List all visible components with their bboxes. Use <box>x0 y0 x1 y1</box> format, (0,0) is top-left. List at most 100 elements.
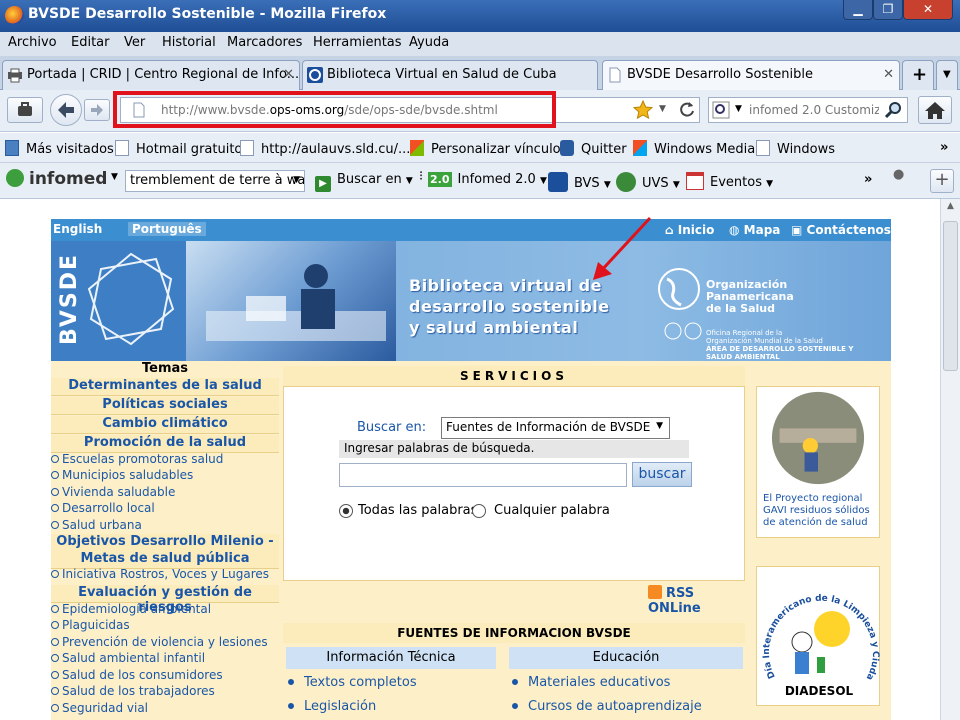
bookmark-aulauvs[interactable]: http://aulauvs.sld.cu/... <box>240 140 410 157</box>
link-textos-completos[interactable]: Textos completos <box>288 675 417 690</box>
bookmark-quitter[interactable]: Quitter <box>560 140 627 157</box>
tema-seguridad-vial[interactable]: Seguridad vial <box>51 701 279 715</box>
tema-odm[interactable]: Objetivos Desarrollo Milenio - <box>51 534 279 552</box>
tema-plaguicidas[interactable]: Plaguicidas <box>51 618 279 632</box>
search-engine-icon[interactable] <box>712 100 734 120</box>
menu-marcadores[interactable]: Marcadores <box>227 35 302 50</box>
link-materiales-educativos[interactable]: Materiales educativos <box>512 675 670 690</box>
more-chevron-icon[interactable]: » <box>864 172 872 187</box>
menu-ver[interactable]: Ver <box>124 35 145 50</box>
tema-escuelas[interactable]: Escuelas promotoras salud <box>51 452 279 466</box>
tema-cambio-climatico[interactable]: Cambio climático <box>51 416 279 434</box>
keywords-input[interactable] <box>339 463 627 487</box>
radio-todas[interactable] <box>339 504 353 518</box>
bvs-button[interactable]: BVS ▼ <box>548 172 611 192</box>
new-tab-button[interactable]: + <box>902 60 934 90</box>
menu-herramientas[interactable]: Herramientas <box>313 35 402 50</box>
infomed-brand[interactable]: infomed <box>6 169 107 189</box>
scroll-up-icon[interactable]: ▲ <box>943 201 958 216</box>
magnifier-icon[interactable] <box>884 100 904 120</box>
maximize-button[interactable]: ❐ <box>873 0 903 20</box>
minimize-button[interactable]: ▁ <box>843 0 873 20</box>
link-mapa[interactable]: ◍ Mapa <box>729 223 780 237</box>
bookmark-personalizar[interactable]: Personalizar vínculos <box>410 140 567 157</box>
paho-name: Organización Panamericana de la Salud <box>706 278 794 315</box>
infomed20-button[interactable]: 2.0 Infomed 2.0 ▼ <box>428 172 547 187</box>
url-highlight-box <box>113 91 556 128</box>
banner-photo <box>186 241 396 361</box>
tema-determinantes[interactable]: Determinantes de la salud <box>51 378 279 396</box>
tema-promocion-salud[interactable]: Promoción de la salud <box>51 435 279 453</box>
contact-card-icon: ▣ <box>791 223 803 237</box>
back-button[interactable] <box>50 94 82 126</box>
home-tab-button[interactable] <box>7 97 43 123</box>
link-cursos[interactable]: Cursos de autoaprendizaje <box>512 699 702 714</box>
reload-icon[interactable] <box>677 100 697 120</box>
tab-crid[interactable]: Portada | CRID | Centro Regional de Info… <box>2 60 300 90</box>
bookmark-star-icon[interactable] <box>633 100 653 120</box>
temas-title: Temas <box>51 361 279 379</box>
link-inicio[interactable]: ⌂ Inicio <box>665 223 714 237</box>
people-at-computer-image <box>206 264 386 341</box>
buscar-en-button[interactable]: ▶ Buscar en ▼ <box>315 172 413 192</box>
gavi-card[interactable]: El Proyecto regional GAVI residuos sólid… <box>756 386 880 538</box>
uvs-button[interactable]: UVS ▼ <box>616 172 680 192</box>
tema-evaluacion-riesgos[interactable]: Evaluación y gestión de riesgos <box>51 585 279 615</box>
menu-bar: Archivo Editar Ver Historial Marcadores … <box>0 32 960 56</box>
add-button[interactable]: + <box>930 169 954 193</box>
lang-english[interactable]: English <box>53 222 102 236</box>
tema-salud-urbana[interactable]: Salud urbana <box>51 518 279 532</box>
tab-bvsde[interactable]: BVSDE Desarrollo Sostenible ✕ <box>602 60 900 90</box>
vertical-scrollbar[interactable]: ▲ <box>940 199 960 720</box>
bookmark-hotmail[interactable]: Hotmail gratuito <box>115 140 242 157</box>
tab-list-button[interactable]: ▼ <box>936 60 958 90</box>
tema-trabajadores[interactable]: Salud de los trabajadores <box>51 684 279 698</box>
servicios-title: SERVICIOS <box>283 366 745 386</box>
gavi-text: El Proyecto regional GAVI residuos sólid… <box>763 493 870 528</box>
radio-cualquier[interactable] <box>472 504 486 518</box>
lang-portugues[interactable]: Português <box>128 222 206 236</box>
tema-municipios[interactable]: Municipios saludables <box>51 468 279 482</box>
search-box[interactable]: ▼ <box>708 97 908 123</box>
brand-dropdown-icon[interactable]: ▼ <box>111 172 118 182</box>
menu-ayuda[interactable]: Ayuda <box>409 35 449 50</box>
diadesol-card[interactable]: Día Interamericano de la Limpieza y Ciud… <box>754 560 880 706</box>
engine-dropdown-icon[interactable]: ▼ <box>735 104 742 114</box>
rss-icon <box>648 585 662 599</box>
tema-epidemiologia[interactable]: Epidemiología ambiental <box>51 602 279 616</box>
toolbar-search-combo[interactable]: tremblement de terre à wa ▼ <box>125 170 305 192</box>
home-button[interactable] <box>918 96 952 124</box>
tema-iniciativa-rostros[interactable]: Iniciativa Rostros, Voces y Lugares <box>51 567 279 581</box>
more-bookmarks-chevron-icon[interactable]: » <box>940 140 948 155</box>
tema-consumidores[interactable]: Salud de los consumidores <box>51 668 279 682</box>
bookmark-windows-media[interactable]: Windows Media <box>633 140 755 157</box>
dropdown-arrow-icon[interactable]: ▼ <box>659 104 666 114</box>
menu-archivo[interactable]: Archivo <box>8 35 57 50</box>
tema-politicas-sociales[interactable]: Políticas sociales <box>51 397 279 415</box>
menu-editar[interactable]: Editar <box>71 35 110 50</box>
close-tab-icon[interactable]: ✕ <box>883 67 894 82</box>
tab-bvs-cuba[interactable]: Biblioteca Virtual en Salud de Cuba <box>302 60 598 90</box>
search-input[interactable] <box>749 101 879 119</box>
tema-violencia[interactable]: Prevención de violencia y lesiones <box>51 635 279 649</box>
tema-vivienda[interactable]: Vivienda saludable <box>51 485 279 499</box>
close-tab-icon[interactable]: ✕ <box>283 67 294 82</box>
page-content: English Português ⌂ Inicio ◍ Mapa ▣ Cont… <box>0 199 940 720</box>
forward-button[interactable] <box>84 99 110 121</box>
tema-desarrollo-local[interactable]: Desarrollo local <box>51 501 279 515</box>
eventos-button[interactable]: Eventos ▼ <box>686 172 773 190</box>
bookmark-mas-visitados[interactable]: Más visitados <box>5 140 114 157</box>
menu-historial[interactable]: Historial <box>162 35 216 50</box>
bookmark-windows[interactable]: Windows <box>756 140 835 157</box>
close-button[interactable]: ✕ <box>903 0 953 20</box>
bvsde-logo[interactable]: BVSDE <box>51 241 186 361</box>
fuentes-select[interactable]: Fuentes de Información de BVSDE ▼ <box>441 417 670 439</box>
rss-link[interactable]: RSS ONLine <box>648 585 745 616</box>
buscar-button[interactable]: buscar <box>632 462 692 487</box>
wrench-icon[interactable] <box>888 168 912 196</box>
tema-ambiental-infantil[interactable]: Salud ambiental infantil <box>51 651 279 665</box>
link-legislacion[interactable]: Legislación <box>288 699 376 714</box>
scrollbar-thumb[interactable] <box>943 221 958 371</box>
link-contactenos[interactable]: ▣ Contáctenos <box>791 223 891 237</box>
site-banner: BVSDE Biblioteca virtual de desarrollo s… <box>51 241 891 361</box>
